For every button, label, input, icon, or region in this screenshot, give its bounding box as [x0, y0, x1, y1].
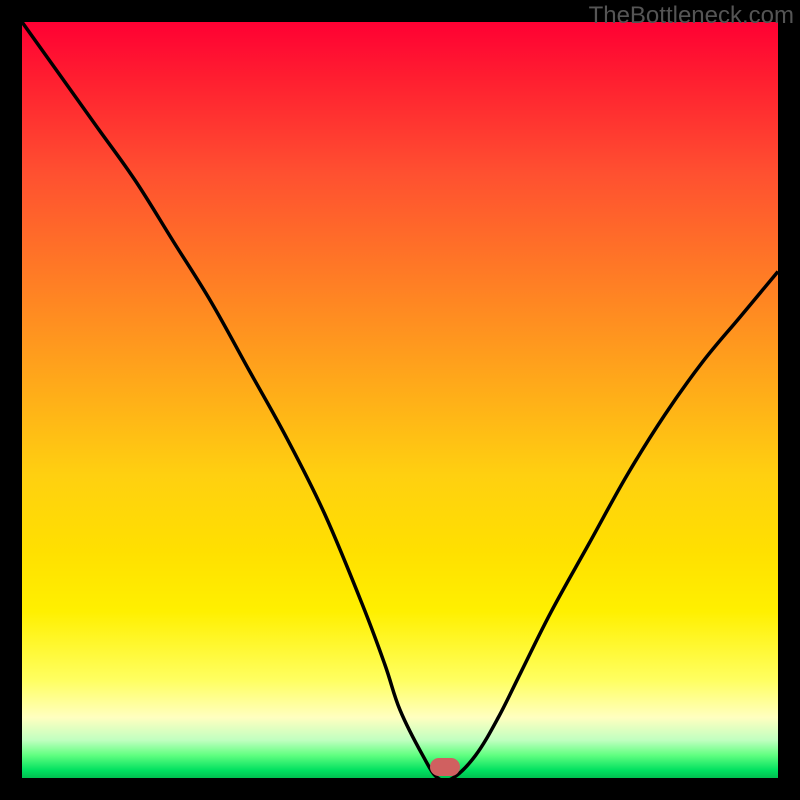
optimal-point-marker	[430, 758, 460, 776]
bottleneck-curve	[22, 22, 778, 778]
chart-container: TheBottleneck.com	[0, 0, 800, 800]
watermark-text: TheBottleneck.com	[589, 2, 794, 30]
curve-svg	[22, 22, 778, 778]
plot-area	[22, 22, 778, 778]
